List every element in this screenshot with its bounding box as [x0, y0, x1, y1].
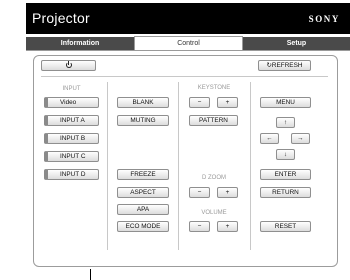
app-header: Projector SONY — [26, 3, 350, 34]
arrow-down-icon: ↓ — [283, 151, 288, 158]
reset-button[interactable]: RESET — [260, 221, 311, 232]
callout-line — [90, 269, 91, 280]
enter-button[interactable]: ENTER — [260, 169, 311, 180]
apa-button[interactable]: APA — [117, 204, 169, 215]
aspect-button[interactable]: ASPECT — [117, 187, 169, 198]
page-title: Projector — [32, 10, 90, 26]
keystone-plus-button[interactable]: + — [217, 97, 238, 108]
arrow-up-button[interactable]: ↑ — [276, 117, 295, 128]
volume-minus-button[interactable]: − — [189, 221, 210, 232]
tab-control[interactable]: Control — [134, 36, 243, 50]
dzoom-label: D ZOOM — [202, 175, 226, 181]
arrow-left-icon: ← — [266, 135, 273, 142]
keystone-label: KEYSTONE — [197, 85, 231, 91]
arrow-down-button[interactable]: ↓ — [276, 149, 295, 160]
return-button[interactable]: RETURN — [260, 187, 311, 198]
brand-logo: SONY — [308, 14, 340, 24]
dzoom-plus-button[interactable]: + — [217, 187, 238, 198]
divider-top — [41, 76, 328, 77]
input-a-button[interactable]: INPUT A — [44, 115, 99, 126]
refresh-button[interactable]: ↻REFRESH — [258, 60, 311, 71]
arrow-right-button[interactable]: → — [291, 133, 310, 144]
keystone-minus-button[interactable]: − — [189, 97, 210, 108]
tab-bar: Information Control Setup — [26, 36, 350, 50]
power-icon — [65, 61, 72, 68]
tab-information[interactable]: Information — [26, 37, 134, 50]
eco-mode-button[interactable]: ECO MODE — [117, 221, 169, 232]
input-label: INPUT — [62, 86, 81, 92]
input-video-button[interactable]: Video — [44, 97, 99, 108]
muting-button[interactable]: MUTING — [117, 115, 169, 126]
volume-plus-button[interactable]: + — [217, 221, 238, 232]
arrow-up-icon: ↑ — [283, 119, 288, 126]
input-b-button[interactable]: INPUT B — [44, 133, 99, 144]
refresh-label: REFRESH — [271, 62, 303, 69]
tab-divider — [26, 50, 350, 51]
column-divider — [107, 82, 108, 250]
freeze-button[interactable]: FREEZE — [117, 169, 169, 180]
blank-button[interactable]: BLANK — [117, 97, 169, 108]
input-d-button[interactable]: INPUT D — [44, 169, 99, 180]
arrow-right-icon: → — [297, 135, 304, 142]
column-divider — [250, 82, 251, 250]
column-divider — [178, 82, 179, 250]
input-c-button[interactable]: INPUT C — [44, 151, 99, 162]
volume-label: VOLUME — [201, 210, 227, 216]
tab-setup[interactable]: Setup — [243, 37, 350, 50]
dzoom-minus-button[interactable]: − — [189, 187, 210, 198]
pattern-button[interactable]: PATTERN — [189, 115, 238, 126]
menu-button[interactable]: MENU — [260, 97, 311, 108]
power-button[interactable] — [41, 60, 96, 71]
arrow-left-button[interactable]: ← — [260, 133, 279, 144]
